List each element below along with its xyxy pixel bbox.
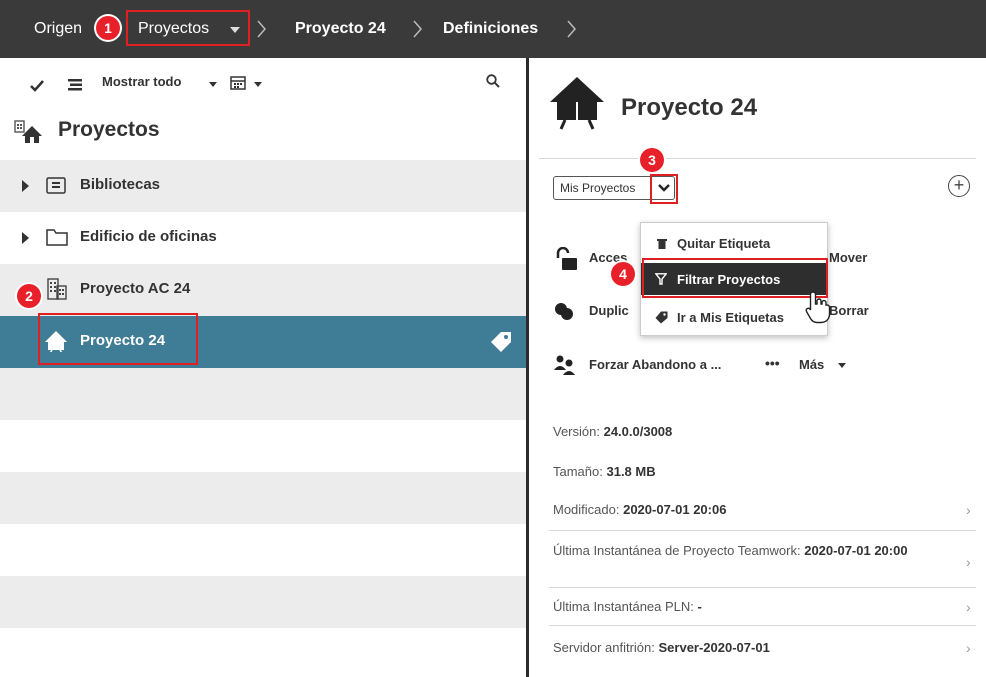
breadcrumb-origin[interactable]: Origen (34, 16, 82, 42)
project-title: Proyecto 24 (621, 94, 758, 121)
tree-row-empty (0, 576, 526, 628)
force-leave-action[interactable]: Forzar Abandono a ... (589, 357, 721, 372)
divider (549, 530, 976, 531)
menu-item-go-to-tags[interactable]: Ir a Mis Etiquetas (641, 301, 827, 333)
list-icon[interactable] (68, 79, 82, 91)
chevron-down-icon[interactable] (209, 82, 217, 87)
folder-icon (46, 229, 68, 246)
divider (549, 625, 976, 626)
info-pln-snapshot[interactable]: Última Instantánea PLN: - (553, 599, 702, 614)
project-house-icon (550, 77, 604, 130)
callout-highlight (126, 10, 250, 46)
expand-caret-icon[interactable] (22, 180, 29, 192)
hand-cursor-icon (805, 291, 831, 324)
more-dots-icon[interactable]: ••• (765, 355, 780, 371)
tree-toolbar: Mostrar todo (0, 58, 526, 104)
tag-icon (655, 311, 668, 324)
chevron-right-icon[interactable]: › (966, 640, 976, 656)
library-icon (46, 177, 66, 194)
tree-row-office-building[interactable]: Edificio de oficinas (0, 212, 526, 264)
duplicate-action[interactable]: Duplic (589, 303, 629, 318)
tree-row-empty (0, 368, 526, 420)
callout-number-2: 2 (17, 284, 41, 308)
divider (549, 587, 976, 588)
chevron-down-icon[interactable] (838, 363, 846, 368)
callout-number-3: 3 (640, 148, 664, 172)
chevron-right-icon (257, 20, 266, 38)
search-icon[interactable] (486, 74, 500, 88)
tree-row-label: Proyecto AC 24 (80, 280, 191, 297)
callout-highlight (38, 313, 198, 365)
info-modified[interactable]: Modificado: 2020-07-01 20:06 (553, 502, 726, 517)
callout-highlight (650, 174, 678, 204)
tree-row-empty (0, 628, 526, 677)
add-tag-button[interactable]: + (948, 175, 970, 197)
details-panel: Proyecto 24 Mis Proyectos + Acces Mover … (529, 58, 986, 677)
tree-row-label: Bibliotecas (80, 176, 161, 193)
breadcrumb-definitions[interactable]: Definiciones (443, 16, 538, 42)
move-action[interactable]: Mover (829, 250, 867, 265)
checkmark-icon[interactable] (30, 80, 44, 92)
tree-row-empty (0, 420, 526, 472)
chevron-down-icon[interactable] (254, 82, 262, 87)
projects-panel: Mostrar todo Proyectos Bibliotecas Edifi… (0, 58, 526, 677)
show-all-filter[interactable]: Mostrar todo (102, 74, 181, 89)
unlock-icon (556, 247, 577, 270)
info-version: Versión: 24.0.0/3008 (553, 424, 673, 439)
breadcrumb-project[interactable]: Proyecto 24 (295, 16, 386, 42)
info-host-server[interactable]: Servidor anfitrión: Server-2020-07-01 (553, 640, 770, 655)
callout-highlight (642, 258, 828, 298)
projects-icon (14, 120, 42, 143)
tag-icon[interactable] (490, 331, 512, 353)
tree-row-empty (0, 524, 526, 576)
callout-number-4: 4 (611, 262, 635, 286)
tree-row-libraries[interactable]: Bibliotecas (0, 160, 526, 212)
menu-item-remove-tag[interactable]: Quitar Etiqueta (641, 227, 827, 259)
tree-row-project-ac-24[interactable]: Proyecto AC 24 (0, 264, 526, 316)
chevron-right-icon (567, 20, 576, 38)
building-icon (47, 278, 67, 300)
info-teamwork-snapshot[interactable]: Última Instantánea de Proyecto Teamwork:… (553, 542, 953, 560)
info-size: Tamaño: 31.8 MB (553, 464, 656, 479)
delete-action[interactable]: Borrar (829, 303, 869, 318)
users-icon (554, 355, 575, 375)
tree-row-empty (0, 472, 526, 524)
chevron-right-icon[interactable]: › (966, 599, 976, 615)
expand-caret-icon[interactable] (22, 232, 29, 244)
more-action[interactable]: Más (799, 357, 824, 372)
chevron-right-icon (413, 20, 422, 38)
chevron-right-icon[interactable]: › (966, 554, 976, 570)
callout-number-1: 1 (96, 16, 120, 40)
divider (539, 158, 976, 159)
trash-icon (657, 239, 667, 249)
chevron-right-icon[interactable]: › (966, 502, 976, 518)
panel-title: Proyectos (58, 118, 160, 141)
calendar-icon[interactable] (230, 74, 246, 90)
duplicate-icon (555, 303, 573, 320)
tree-row-label: Edificio de oficinas (80, 228, 217, 245)
